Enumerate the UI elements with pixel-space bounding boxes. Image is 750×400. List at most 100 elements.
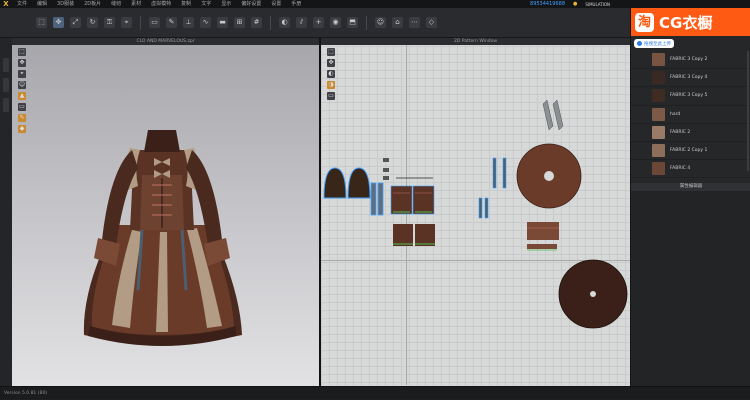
- menu-settings[interactable]: 设置: [266, 0, 286, 8]
- fabric-list-item[interactable]: FABRIC 2: [631, 124, 750, 142]
- fabric-swatch: [652, 89, 665, 103]
- stitch-icon[interactable]: ⋯: [409, 17, 420, 28]
- menu-3d-garment[interactable]: 3D服装: [52, 0, 79, 8]
- fabric-list-item[interactable]: hard: [631, 106, 750, 124]
- arrange-icon[interactable]: ⊞: [234, 17, 245, 28]
- menu-avatar[interactable]: 虚拟模特: [146, 0, 176, 8]
- menu-manual[interactable]: 手册: [286, 0, 306, 8]
- fold-icon[interactable]: ⟂: [183, 17, 194, 28]
- plus-icon[interactable]: +: [313, 17, 324, 28]
- tape-icon[interactable]: ▬: [217, 17, 228, 28]
- menu-file[interactable]: 文件: [12, 0, 32, 8]
- shade-icon[interactable]: ◐: [279, 17, 290, 28]
- menu-bar: X 文件 编辑 3D服装 2D板片 缝纫 素材 虚拟模特 复制 文字 显示 偏好…: [0, 0, 750, 8]
- status-bar: Version 5.0.81 (B0): [0, 386, 750, 399]
- menu-2d-pattern[interactable]: 2D板片: [79, 0, 106, 8]
- menu-text[interactable]: 文字: [196, 0, 216, 8]
- grid-icon[interactable]: #: [251, 17, 262, 28]
- rotate-icon[interactable]: ↻: [87, 17, 98, 28]
- menu-materials[interactable]: 素材: [126, 0, 146, 8]
- toolbar-separator: [366, 15, 367, 30]
- mask-icon[interactable]: ⬒: [347, 17, 358, 28]
- main-toolbar: ⬚ ✥ ⤢ ↻ ⚿ ⌖ ▭ ✎ ⟂ ∿ ▬ ⊞ # ◐ ⫽ + ◉ ⬒ ☺ ⌂ ⋯ ◇: [0, 8, 630, 38]
- sew-icon[interactable]: ∿: [200, 17, 211, 28]
- edit-texture-icon[interactable]: ▭: [327, 92, 335, 100]
- dock-tab-modular[interactable]: [3, 98, 9, 112]
- fabric-swatch: [652, 144, 665, 158]
- dock-tab-history[interactable]: [3, 78, 9, 92]
- upload-label: 拖拽至此上传: [644, 41, 671, 47]
- taobao-logo: 淘: [635, 12, 654, 32]
- menu-right-area: 89534419688 ● SIMULATION: [530, 0, 610, 8]
- dress-3d-model[interactable]: [72, 90, 252, 360]
- cloud-upload-icon: [637, 41, 642, 46]
- pattern-pieces[interactable]: [321, 38, 630, 386]
- move-icon[interactable]: ✥: [53, 17, 64, 28]
- menu-copy[interactable]: 复制: [176, 0, 196, 8]
- transform-pattern-icon[interactable]: ✥: [327, 59, 335, 67]
- fabric-name: FABRIC 4: [670, 166, 691, 172]
- select-mesh-icon[interactable]: ⬚: [18, 48, 26, 56]
- measure-icon[interactable]: ▭: [18, 103, 26, 111]
- fabric-swatch: [652, 71, 665, 85]
- fabric-list-item[interactable]: FABRIC 3 Copy 5: [631, 87, 750, 106]
- dock-tab-library[interactable]: [3, 58, 9, 72]
- pin-icon[interactable]: ⌖: [121, 17, 132, 28]
- fabric-name: FABRIC 3 Copy 4: [670, 75, 708, 81]
- button-icon[interactable]: ◉: [330, 17, 341, 28]
- fabric-list-item[interactable]: FABRIC 3 Copy 4: [631, 69, 750, 88]
- fabric-name: FABRIC 3 Copy 2: [670, 57, 708, 63]
- fabric-swatch: [652, 53, 665, 67]
- fabric-list-item[interactable]: FABRIC 4: [631, 160, 750, 179]
- property-editor: [631, 191, 750, 386]
- watermark-brand: CG衣橱: [659, 13, 713, 32]
- pin-icon[interactable]: ⌖: [18, 70, 26, 78]
- fabric-swatch: [652, 162, 665, 176]
- user-id[interactable]: 89534419688: [530, 1, 565, 7]
- 2d-pattern-window-title: 2D Pattern Window: [321, 38, 630, 45]
- property-editor-header: 属性编辑器: [631, 183, 750, 191]
- fabric-list-item[interactable]: FABRIC 2 Copy 1: [631, 142, 750, 161]
- toolbar-separator: [140, 15, 141, 30]
- menu-preferences[interactable]: 偏好设置: [236, 0, 266, 8]
- menu-display[interactable]: 显示: [216, 0, 236, 8]
- right-panel: 淘 CG衣橱 拖拽至此上传 FABRIC 3 Copy 2 FABRIC 3 Co…: [630, 8, 750, 386]
- 3d-viewport-toolbar: ⬚ ✥ ⌖ ☺ ▲ ▭ ✎ ◆: [18, 48, 26, 133]
- brush-icon[interactable]: ✎: [18, 114, 26, 122]
- edit-pattern-icon[interactable]: ⬚: [327, 48, 335, 56]
- pattern-icon[interactable]: ◇: [426, 17, 437, 28]
- brush-icon[interactable]: ✎: [166, 17, 177, 28]
- fabric-name: FABRIC 2 Copy 1: [670, 148, 708, 154]
- fabric-name: FABRIC 2: [670, 129, 691, 135]
- curve-point-icon[interactable]: ◑: [327, 81, 335, 89]
- split-icon[interactable]: ⫽: [296, 17, 307, 28]
- 2d-pattern-toolbar: ⬚ ✥ ◐ ◑ ▭: [327, 48, 335, 100]
- fabric-swatch: [652, 125, 665, 139]
- edit-point-icon[interactable]: ◐: [327, 70, 335, 78]
- avatar-pose-icon[interactable]: ☺: [18, 81, 26, 89]
- menu-sewing[interactable]: 缝纫: [106, 0, 126, 8]
- fold-arrangement-icon[interactable]: ▲: [18, 92, 26, 100]
- lock-icon[interactable]: ⚿: [104, 17, 115, 28]
- skin-offset-icon[interactable]: ◆: [18, 125, 26, 133]
- measure-icon[interactable]: ▭: [149, 17, 160, 28]
- fabric-name: FABRIC 3 Copy 5: [670, 93, 708, 99]
- toolbar-separator: [270, 15, 271, 30]
- simulation-toggle[interactable]: SIMULATION: [585, 2, 610, 7]
- 3d-viewport[interactable]: CLO AND MARVELOUS.zpr ⬚ ✥ ⌖ ☺ ▲ ▭ ✎ ◆: [12, 38, 319, 386]
- transform-icon[interactable]: ✥: [18, 59, 26, 67]
- select-icon[interactable]: ⬚: [36, 17, 47, 28]
- fabric-swatch: [652, 107, 665, 121]
- scale-icon[interactable]: ⤢: [70, 17, 81, 28]
- avatar-icon[interactable]: ☺: [375, 17, 386, 28]
- fabric-list-scrollbar[interactable]: [747, 51, 749, 171]
- watermark-badge: 淘 CG衣橱: [631, 8, 750, 36]
- fabric-name: hard: [670, 111, 681, 117]
- menu-edit[interactable]: 编辑: [32, 0, 52, 8]
- 3d-viewport-title: CLO AND MARVELOUS.zpr: [12, 38, 319, 45]
- 2d-pattern-window[interactable]: 2D Pattern Window ⬚ ✥ ◐ ◑ ▭: [321, 38, 630, 386]
- fabric-list-item[interactable]: FABRIC 3 Copy 2: [631, 51, 750, 70]
- cloth-icon[interactable]: ⌂: [392, 17, 403, 28]
- upload-button[interactable]: 拖拽至此上传: [634, 39, 674, 48]
- app-logo: X: [3, 0, 9, 8]
